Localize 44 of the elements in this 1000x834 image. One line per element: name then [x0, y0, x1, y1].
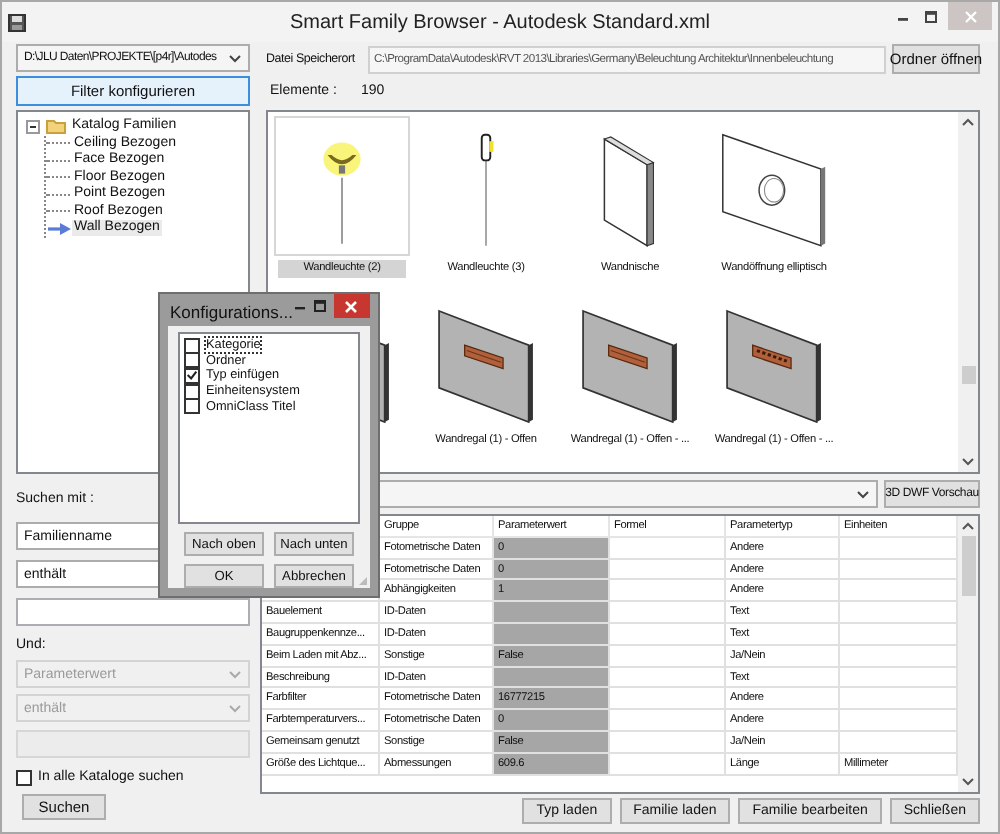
resize-grip-icon[interactable]: [358, 576, 368, 586]
checkbox[interactable]: [16, 770, 32, 786]
table-cell: [610, 645, 726, 668]
checkbox[interactable]: [184, 398, 200, 415]
chevron-down-icon: [228, 703, 242, 713]
scroll-down-icon[interactable]: [962, 778, 974, 786]
table-cell: [610, 537, 726, 560]
table-cell: [610, 753, 726, 776]
table-cell: [494, 623, 610, 646]
scrollbar-thumb[interactable]: [961, 366, 975, 384]
search-input-field[interactable]: [16, 598, 250, 626]
close-icon: [963, 9, 977, 23]
checkbox[interactable]: [184, 337, 200, 354]
scroll-up-icon[interactable]: [962, 118, 974, 126]
chevron-down-icon: [856, 489, 870, 499]
table-cell: [494, 667, 610, 689]
dialog-title: Konfigurations...: [170, 302, 293, 322]
lamp-thumbnail[interactable]: [274, 116, 410, 256]
chevron-down-icon: [228, 669, 242, 679]
collapse-icon[interactable]: [26, 119, 40, 134]
chevron-down-icon: [228, 53, 242, 63]
table-cell: [610, 580, 726, 603]
scrollbar[interactable]: [958, 112, 978, 472]
table-cell: [610, 710, 726, 732]
table-cell: [610, 602, 726, 624]
scrollbar-thumb[interactable]: [961, 536, 975, 596]
table-cell: [610, 559, 726, 581]
checkbox[interactable]: [184, 352, 200, 369]
scroll-up-icon[interactable]: [962, 522, 974, 530]
table-cell: [610, 667, 726, 689]
close-icon: [344, 299, 359, 313]
table-cell: [610, 623, 726, 646]
scrollbar[interactable]: [958, 516, 978, 792]
table-cell: [610, 688, 726, 711]
table-cell: [494, 602, 610, 624]
window-title: Smart Family Browser - Autodesk Standard.xml: [287, 11, 713, 33]
maximize-icon: [313, 300, 326, 312]
folder-icon: [46, 118, 66, 135]
maximize-button[interactable]: [312, 294, 328, 318]
maximize-icon: [923, 9, 937, 23]
scroll-down-icon[interactable]: [962, 458, 974, 466]
app-icon: [8, 13, 26, 31]
close-button[interactable]: [333, 294, 370, 318]
table-cell: [610, 731, 726, 754]
